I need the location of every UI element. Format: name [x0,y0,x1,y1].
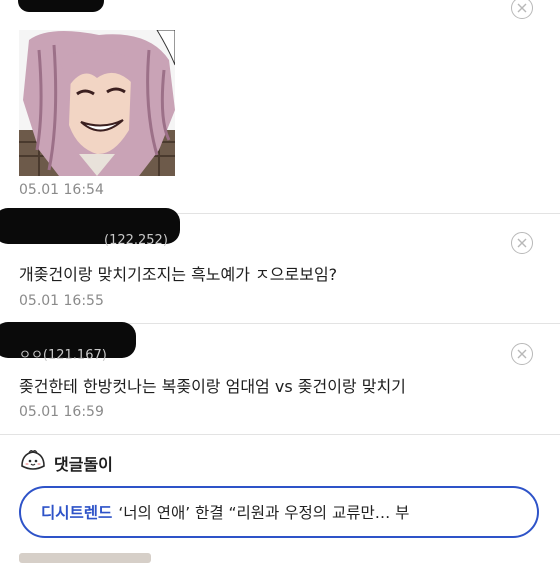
section-title: 댓글돌이 [54,455,113,474]
dumpling-mascot-icon [19,446,47,474]
close-icon[interactable] [511,343,533,365]
trend-headline: ‘너의 연애’ 한결 “리원과 우정의 교류만… 부 [118,504,410,522]
trend-link[interactable]: 디시트렌드 ‘너의 연애’ 한결 “리원과 우정의 교류만… 부 [19,486,539,538]
comment-timestamp: 05.01 16:55 [19,293,104,309]
close-icon[interactable] [511,0,533,19]
close-icon[interactable] [511,232,533,254]
next-item-thumbnail[interactable] [19,553,151,563]
comment-image[interactable] [19,30,175,176]
user-ip: (122.252) [104,233,168,248]
divider [0,434,560,435]
anime-character-image [19,30,175,176]
user-ip: ㅇㅇ(121.167) [19,348,107,363]
comment-timestamp: 05.01 16:59 [19,404,104,420]
comment-text: 좆건한테 한방컷나는 복좆이랑 엄대엄 vs 좆건이랑 맞치기 [19,377,406,396]
trend-tag: 디시트렌드 [41,504,113,522]
comment-timestamp: 05.01 16:54 [19,182,104,198]
comment-text: 개좆건이랑 맞치기조지는 흑노예가 ㅈ으로보임? [19,265,338,284]
redacted-username [18,0,104,12]
